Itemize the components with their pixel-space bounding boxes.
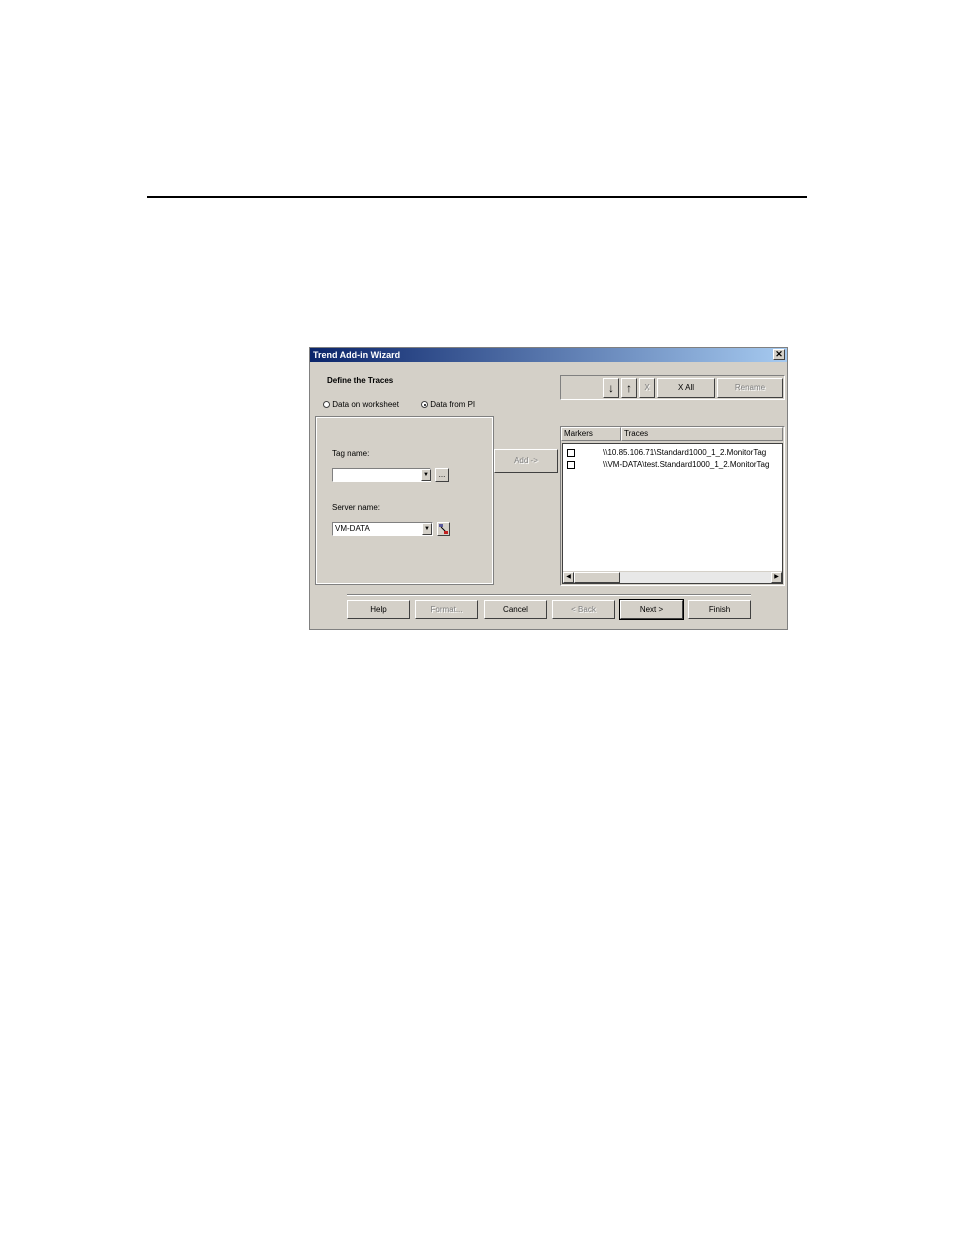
next-button[interactable]: Next > — [619, 599, 684, 620]
back-button[interactable]: < Back — [552, 600, 615, 619]
move-up-button[interactable]: ↑ — [621, 378, 637, 398]
radio-pi-label: Data from PI — [430, 400, 476, 409]
radio-worksheet-label: Data on worksheet — [332, 400, 399, 409]
traces-list-body: \\10.85.106.71\Standard1000_1_2.MonitorT… — [562, 443, 783, 584]
column-header-traces[interactable]: Traces — [621, 427, 783, 441]
tag-dropdown-arrow[interactable]: ▼ — [421, 469, 431, 481]
server-connections-icon — [439, 524, 448, 534]
close-icon: ✕ — [775, 349, 783, 359]
horizontal-scrollbar[interactable]: ◀ ▶ — [563, 571, 782, 583]
tag-browse-button[interactable]: ... — [435, 468, 449, 482]
rename-button[interactable]: Rename — [717, 378, 783, 398]
tag-name-label: Tag name: — [332, 449, 370, 458]
pi-source-group: Tag name: ▼ ... Server name: VM-DATA ▼ — [315, 416, 494, 585]
help-button[interactable]: Help — [347, 600, 410, 619]
server-dropdown-arrow[interactable]: ▼ — [422, 523, 432, 535]
marker-checkbox[interactable] — [567, 460, 575, 469]
chevron-left-icon: ◀ — [566, 574, 571, 580]
title-bar: Trend Add-in Wizard ✕ — [310, 348, 787, 362]
page-rule — [147, 196, 807, 198]
add-trace-button[interactable]: Add -> — [494, 449, 558, 473]
chevron-right-icon: ▶ — [774, 574, 779, 580]
delete-all-button[interactable]: X All — [657, 378, 715, 398]
server-name-label: Server name: — [332, 503, 381, 512]
server-connections-button[interactable] — [437, 522, 450, 536]
trace-path: \\10.85.106.71\Standard1000_1_2.MonitorT… — [603, 448, 767, 457]
radio-worksheet-indicator[interactable] — [323, 401, 330, 409]
table-row[interactable]: \\VM-DATA\test.Standard1000_1_2.MonitorT… — [567, 459, 769, 471]
step-heading: Define the Traces — [327, 376, 394, 385]
trend-wizard-dialog: Trend Add-in Wizard ✕ Define the Traces … — [309, 347, 788, 630]
close-button[interactable]: ✕ — [773, 349, 785, 360]
chevron-down-icon: ▼ — [424, 526, 430, 532]
arrow-up-icon: ↑ — [626, 381, 632, 395]
marker-checkbox[interactable] — [567, 448, 575, 457]
dialog-title: Trend Add-in Wizard — [313, 350, 401, 360]
footer-separator — [347, 594, 751, 596]
trace-path: \\VM-DATA\test.Standard1000_1_2.MonitorT… — [603, 460, 770, 469]
arrow-down-icon: ↓ — [608, 381, 614, 395]
delete-trace-button[interactable]: X — [639, 378, 655, 398]
radio-data-on-worksheet[interactable]: Data on worksheet — [323, 400, 399, 409]
tag-name-input[interactable] — [332, 468, 431, 482]
table-row[interactable]: \\10.85.106.71\Standard1000_1_2.MonitorT… — [567, 447, 766, 459]
move-down-button[interactable]: ↓ — [603, 378, 619, 398]
scroll-right-button[interactable]: ▶ — [771, 572, 782, 583]
chevron-down-icon: ▼ — [423, 472, 429, 478]
server-name-select[interactable]: VM-DATA — [332, 522, 433, 536]
scroll-thumb[interactable] — [574, 572, 620, 583]
format-button[interactable]: Format... — [415, 600, 478, 619]
radio-data-from-pi[interactable]: Data from PI — [421, 400, 475, 409]
finish-button[interactable]: Finish — [688, 600, 751, 619]
scroll-left-button[interactable]: ◀ — [563, 572, 574, 583]
radio-pi-indicator[interactable] — [421, 401, 428, 409]
traces-toolbar: ↓ ↑ X X All Rename — [560, 375, 785, 400]
traces-list: Markers Traces \\10.85.106.71\Standard10… — [560, 426, 785, 586]
cancel-button[interactable]: Cancel — [484, 600, 547, 619]
column-header-markers[interactable]: Markers — [561, 427, 621, 441]
